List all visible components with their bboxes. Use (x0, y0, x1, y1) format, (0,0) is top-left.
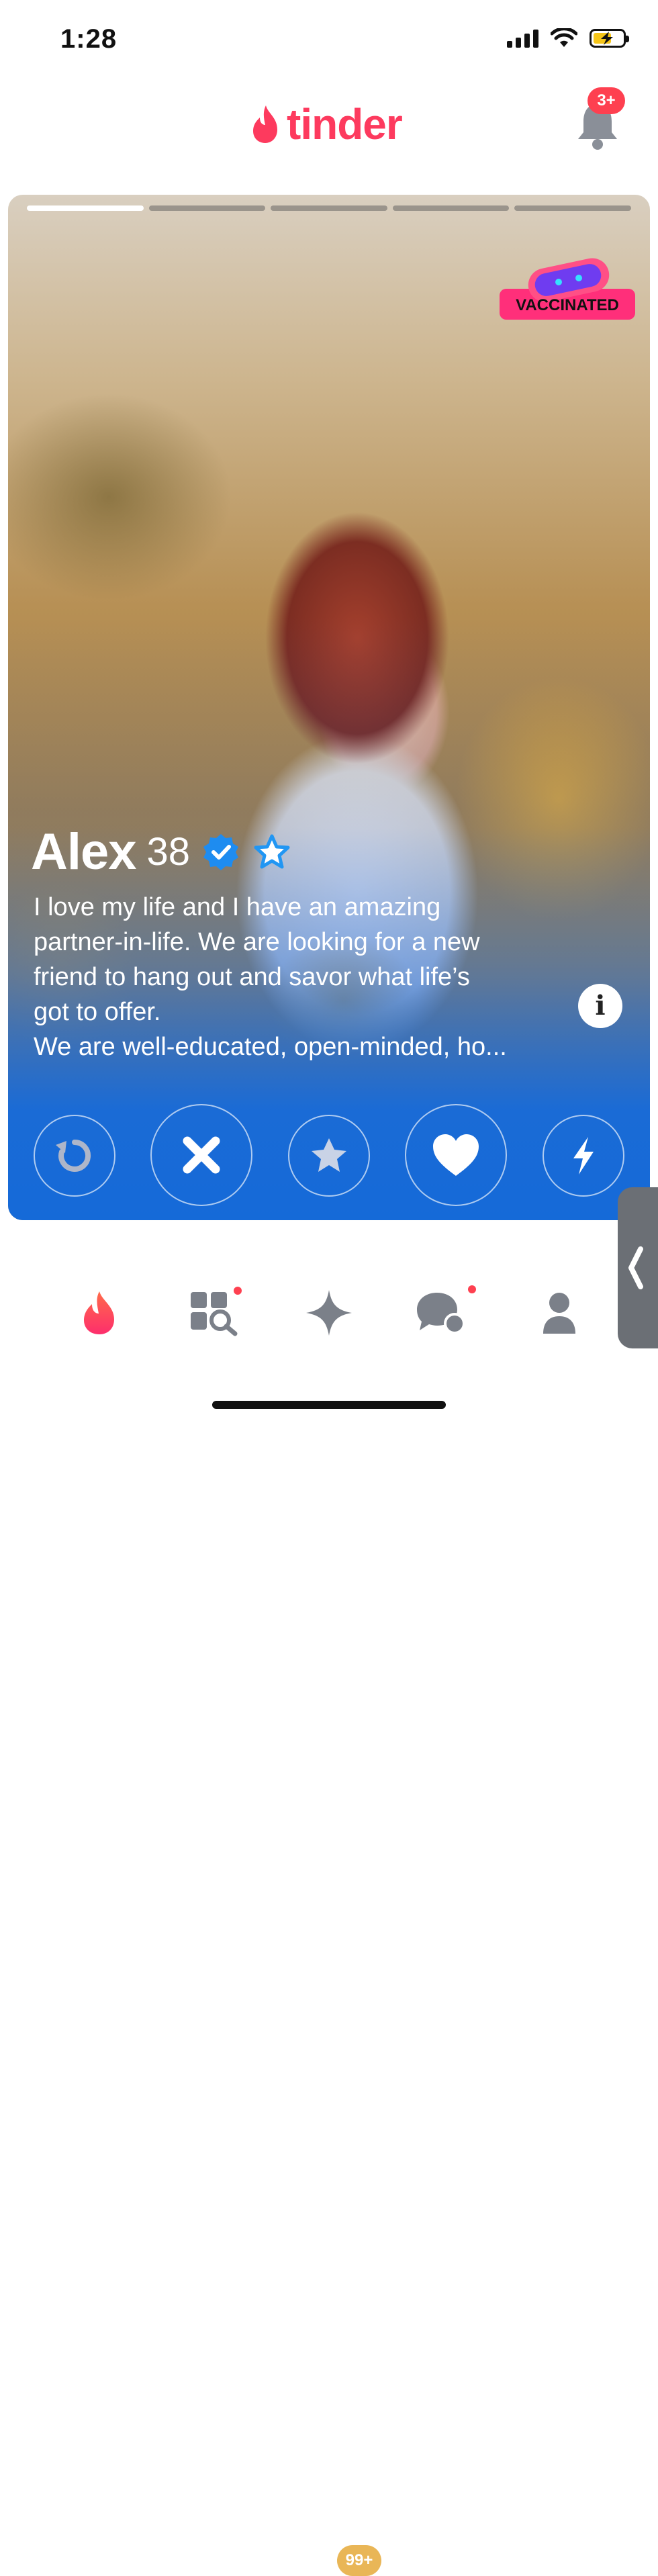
notification-badge: 3+ (588, 87, 625, 114)
nope-button[interactable] (150, 1104, 252, 1206)
verified-badge-icon (203, 833, 239, 870)
wifi-icon (551, 28, 577, 47)
status-bar: 1:28 (0, 0, 658, 81)
boost-button[interactable] (543, 1115, 624, 1197)
heart-icon (433, 1134, 479, 1176)
nav-messages[interactable] (412, 1283, 476, 1343)
profile-age: 38 (146, 830, 191, 874)
nav-home[interactable] (69, 1283, 130, 1343)
profile-bio: I love my life and I have an amazing par… (34, 893, 507, 1061)
close-icon (183, 1136, 220, 1174)
sparkle-icon (306, 1290, 352, 1336)
battery-icon (590, 29, 629, 48)
bolt-icon (573, 1137, 594, 1175)
nav-profile[interactable] (529, 1283, 590, 1343)
photo-indicator (148, 205, 266, 211)
photo-indicator (514, 205, 631, 211)
tinder-logo: tinder (250, 99, 403, 149)
chat-icon (417, 1293, 465, 1334)
gold-badge: 99+ (337, 2545, 381, 2576)
photo-progress (27, 205, 631, 211)
nav-gold[interactable] (299, 1283, 359, 1343)
status-icons (507, 28, 629, 48)
signal-icon (507, 29, 538, 48)
star-icon (312, 1138, 346, 1172)
star-outline-icon (254, 834, 290, 868)
vaccinated-badge: VACCINATED (500, 258, 635, 320)
logo-text: tinder (287, 100, 403, 148)
photo-indicator (392, 205, 510, 211)
nav-explore[interactable] (183, 1283, 244, 1343)
profile-card[interactable]: VACCINATED Alex 38 I love my life and I … (8, 195, 650, 1220)
app-header: tinder (0, 87, 658, 168)
messages-dot (468, 1285, 476, 1293)
svg-text:VACCINATED: VACCINATED (516, 296, 619, 314)
info-button[interactable]: i (578, 984, 622, 1028)
super-like-button[interactable] (288, 1115, 370, 1197)
flame-logo-icon (253, 105, 277, 143)
flame-icon (84, 1291, 114, 1334)
rewind-icon (56, 1139, 91, 1172)
photo-indicator (271, 205, 387, 211)
bottom-nav: 99+ (0, 1262, 658, 2576)
like-button[interactable] (405, 1104, 507, 1206)
status-time: 1:28 (60, 24, 117, 54)
action-bar (8, 1101, 650, 1209)
photo-indicator (27, 205, 144, 211)
profile-name: Alex (31, 823, 137, 880)
explore-dot (234, 1287, 242, 1295)
rewind-button[interactable] (34, 1115, 115, 1197)
home-indicator (212, 1401, 446, 1409)
explore-icon (191, 1292, 238, 1336)
profile-name-row: Alex 38 (31, 823, 292, 881)
person-icon (543, 1293, 575, 1334)
